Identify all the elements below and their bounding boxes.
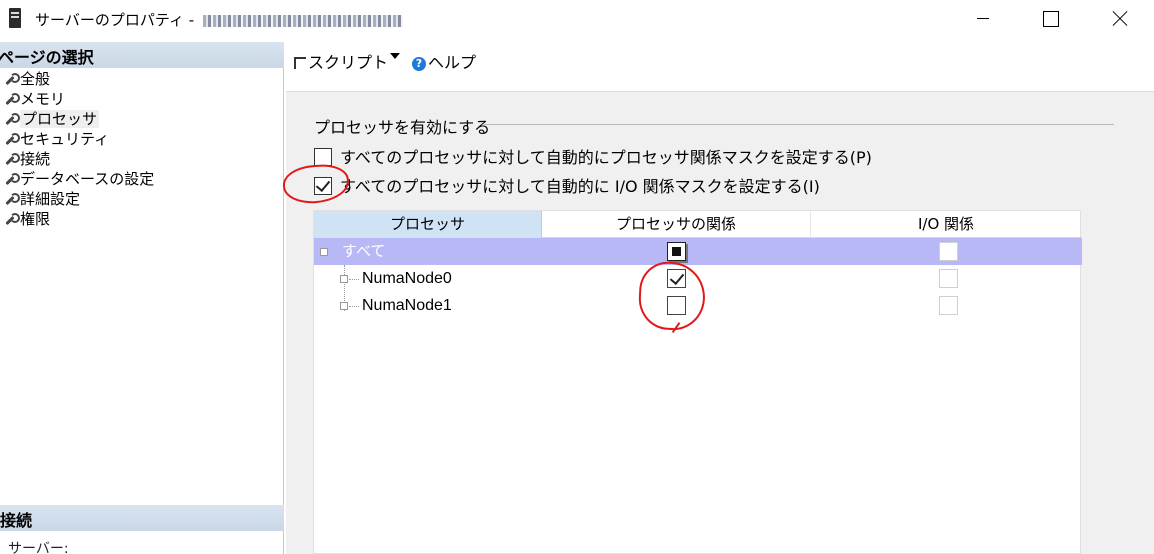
connection-header: 接続 <box>0 505 284 531</box>
row-name: NumaNode0 <box>362 270 452 287</box>
page-item-label: メモリ <box>20 90 66 108</box>
enable-processors-group-title: プロセッサを有効にする <box>314 118 491 137</box>
server-label: サーバー: <box>8 541 69 554</box>
page-item-general[interactable]: 全般 <box>0 69 154 89</box>
page-item-label: 詳細設定 <box>20 190 81 208</box>
script-icon <box>294 57 306 69</box>
close-button[interactable] <box>1096 0 1142 38</box>
wrench-icon <box>4 93 20 105</box>
auto-affinity-checkbox[interactable] <box>314 148 332 166</box>
page-item-processors[interactable]: プロセッサ <box>0 109 154 129</box>
script-button[interactable]: スクリプト <box>294 49 388 73</box>
row-name: NumaNode1 <box>362 297 452 314</box>
column-header-io-affinity[interactable]: I/O 関係 <box>811 211 1081 238</box>
io-affinity-checkbox-numanode1[interactable] <box>939 296 958 315</box>
auto-io-affinity-checkbox[interactable] <box>314 177 332 195</box>
server-icon <box>9 8 21 28</box>
tree-connector <box>349 279 359 280</box>
affinity-checkbox-numanode0[interactable] <box>667 269 686 288</box>
tree-connector <box>349 306 359 307</box>
processor-page: プロセッサを有効にする すべてのプロセッサに対して自動的にプロセッサ関係マスクを… <box>281 93 1154 554</box>
window-title: サーバーのプロパティ - <box>35 9 403 30</box>
expand-icon[interactable] <box>340 275 348 283</box>
page-item-label: 全般 <box>20 70 51 88</box>
page-item-label: プロセッサ <box>20 110 100 128</box>
help-icon: ? <box>412 57 426 71</box>
page-list: 全般 メモリ プロセッサ セキュリティ 接続 データベースの設定 詳細設定 権限 <box>0 69 154 229</box>
page-item-permissions[interactable]: 権限 <box>0 209 154 229</box>
wrench-icon <box>4 113 20 125</box>
wrench-icon <box>4 153 20 165</box>
right-panel: スクリプト ? ヘルプ プロセッサを有効にする すべてのプロセッサに対して自動的に… <box>281 42 1154 554</box>
page-item-security[interactable]: セキュリティ <box>0 129 154 149</box>
auto-io-affinity-option[interactable]: すべてのプロセッサに対して自動的に I/O 関係マスクを設定する(I) <box>314 173 820 197</box>
redacted-server-name <box>202 14 403 27</box>
wrench-icon <box>4 213 20 225</box>
page-item-label: 権限 <box>20 210 51 228</box>
group-divider <box>484 124 1114 125</box>
script-dropdown-arrow-icon[interactable] <box>390 53 400 59</box>
wrench-icon <box>4 193 20 205</box>
page-item-memory[interactable]: メモリ <box>0 89 154 109</box>
toolbar: スクリプト ? ヘルプ <box>286 42 1154 92</box>
row-name: すべて <box>342 242 386 260</box>
processor-grid: プロセッサ プロセッサの関係 I/O 関係 すべて NumaNode0 Numa… <box>313 210 1082 554</box>
left-panel: ページの選択 全般 メモリ プロセッサ セキュリティ 接続 データベースの設定 … <box>0 42 284 554</box>
window-title-text: サーバーのプロパティ - <box>35 11 199 29</box>
page-item-database-settings[interactable]: データベースの設定 <box>0 169 154 189</box>
page-item-advanced[interactable]: 詳細設定 <box>0 189 154 209</box>
affinity-checkbox-all[interactable] <box>667 242 686 261</box>
table-row[interactable]: NumaNode0 <box>314 265 1082 292</box>
auto-affinity-label: すべてのプロセッサに対して自動的にプロセッサ関係マスクを設定する(P) <box>340 148 872 167</box>
affinity-checkbox-numanode1[interactable] <box>667 296 686 315</box>
minimize-button[interactable] <box>960 0 1006 38</box>
io-affinity-checkbox-numanode0[interactable] <box>939 269 958 288</box>
help-label: ヘルプ <box>428 53 477 72</box>
script-label: スクリプト <box>308 53 389 72</box>
page-item-label: 接続 <box>20 150 51 168</box>
column-header-processor-affinity[interactable]: プロセッサの関係 <box>542 211 811 238</box>
wrench-icon <box>4 133 20 145</box>
maximize-button[interactable] <box>1026 0 1072 38</box>
table-row[interactable]: すべて <box>314 238 1082 265</box>
table-row[interactable]: NumaNode1 <box>314 292 1082 319</box>
auto-io-affinity-label: すべてのプロセッサに対して自動的に I/O 関係マスクを設定する(I) <box>340 177 820 196</box>
title-bar: サーバーのプロパティ - <box>0 0 1154 38</box>
grid-header: プロセッサ プロセッサの関係 I/O 関係 <box>314 211 1082 238</box>
help-button[interactable]: ? ヘルプ <box>412 49 476 73</box>
select-page-header: ページの選択 <box>0 42 284 68</box>
page-item-label: データベースの設定 <box>20 170 155 188</box>
expand-icon[interactable] <box>340 302 348 310</box>
wrench-icon <box>4 73 20 85</box>
page-item-label: セキュリティ <box>20 130 110 148</box>
column-header-processor[interactable]: プロセッサ <box>314 211 542 238</box>
io-affinity-checkbox-all[interactable] <box>939 242 958 261</box>
expand-icon[interactable] <box>320 248 328 256</box>
page-item-connections[interactable]: 接続 <box>0 149 154 169</box>
auto-affinity-option[interactable]: すべてのプロセッサに対して自動的にプロセッサ関係マスクを設定する(P) <box>314 144 872 168</box>
wrench-icon <box>4 173 20 185</box>
